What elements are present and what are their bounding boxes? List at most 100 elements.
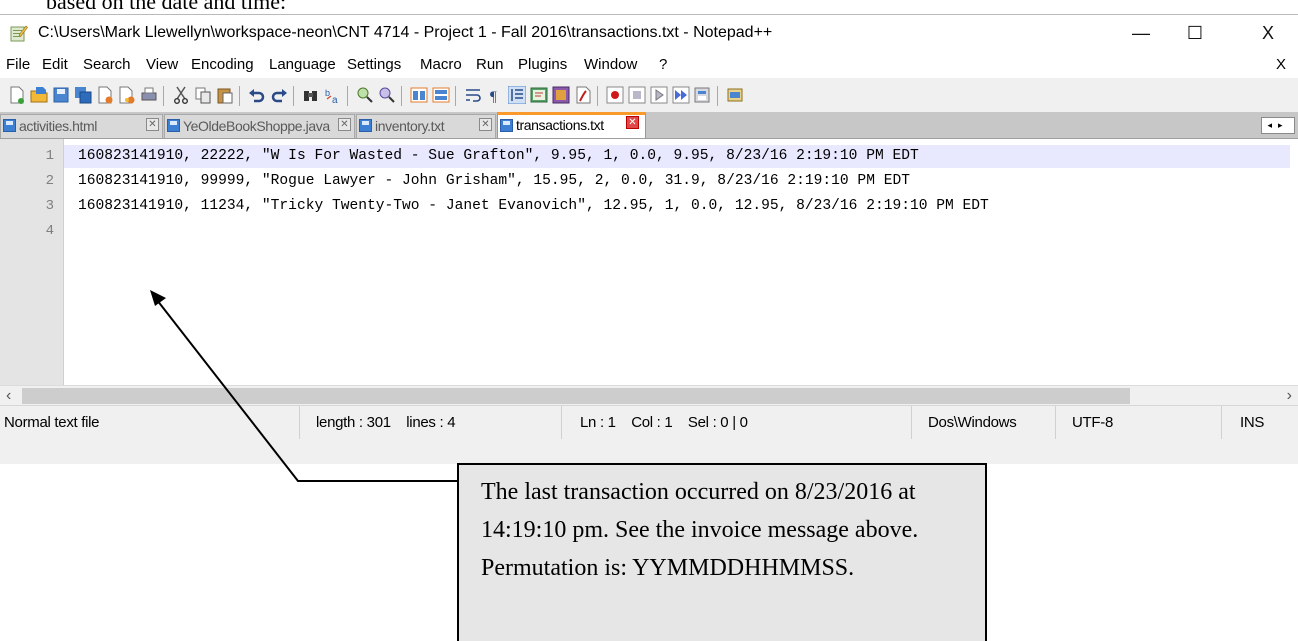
menu-help[interactable]: ? [659, 56, 667, 73]
close-file-icon[interactable] [96, 86, 114, 104]
svg-text:¶: ¶ [490, 89, 497, 104]
annotation-callout: The last transaction occurred on 8/23/20… [457, 463, 987, 641]
code-line[interactable]: 160823141910, 22222, "W Is For Wasted - … [78, 148, 919, 164]
stop-macro-icon[interactable] [628, 86, 646, 104]
print-icon[interactable] [140, 86, 158, 104]
tab-label: activities.html [19, 118, 98, 134]
saved-file-icon [167, 119, 180, 132]
find-icon[interactable] [302, 86, 320, 104]
copy-icon[interactable] [194, 86, 212, 104]
notepadpp-window: C:\Users\Mark Llewellyn\workspace-neon\C… [0, 14, 1298, 464]
menu-file[interactable]: File [6, 56, 30, 73]
cut-icon[interactable] [172, 86, 190, 104]
line-number: 4 [45, 223, 54, 239]
status-file-type: Normal text file [4, 414, 100, 431]
line-number-gutter: 1 2 3 4 [0, 139, 64, 392]
notepadpp-app-icon [10, 25, 28, 42]
toolbar-separator [163, 86, 164, 106]
tab-close-icon[interactable]: ✕ [146, 118, 159, 131]
status-bar: Normal text file length : 301 lines : 4 … [0, 405, 1298, 439]
menu-settings[interactable]: Settings [347, 56, 401, 73]
menu-window[interactable]: Window [584, 56, 637, 73]
status-file-type-cell: Normal text file [0, 406, 300, 439]
plugin-icon[interactable] [726, 86, 744, 104]
status-length-lines: length : 301 lines : 4 [316, 414, 456, 431]
sync-vertical-icon[interactable] [410, 86, 428, 104]
line-number: 2 [45, 173, 54, 189]
open-file-icon[interactable] [30, 86, 48, 104]
scroll-right-icon[interactable]: › [1287, 387, 1292, 405]
toolbar-separator [717, 86, 718, 106]
status-encoding-cell[interactable]: UTF-8 [1056, 406, 1222, 439]
window-title: C:\Users\Mark Llewellyn\workspace-neon\C… [38, 24, 773, 41]
tab-transactions-txt[interactable]: transactions.txt ✕ [497, 112, 646, 138]
saved-file-icon [500, 119, 513, 132]
status-mode-cell: INS [1222, 406, 1298, 439]
run-macro-multiple-icon[interactable] [672, 86, 690, 104]
maximize-button[interactable]: ☐ [1172, 15, 1218, 52]
tab-scroll-buttons[interactable]: ◂▸ [1261, 117, 1295, 134]
scrollbar-thumb[interactable] [22, 388, 1130, 404]
function-list-icon[interactable] [552, 86, 570, 104]
play-macro-icon[interactable] [650, 86, 668, 104]
close-document-button[interactable]: X [1276, 56, 1286, 73]
save-icon[interactable] [52, 86, 70, 104]
zoom-out-icon[interactable] [378, 86, 396, 104]
status-eol: Dos\Windows [928, 414, 1017, 431]
menu-plugins[interactable]: Plugins [518, 56, 567, 73]
menu-language[interactable]: Language [269, 56, 336, 73]
title-bar: C:\Users\Mark Llewellyn\workspace-neon\C… [0, 15, 1298, 52]
indent-guide-icon[interactable] [508, 86, 526, 104]
code-line[interactable]: 160823141910, 11234, "Tricky Twenty-Two … [78, 198, 989, 214]
scroll-left-icon[interactable]: ‹ [6, 387, 11, 405]
editor-area[interactable]: 1 2 3 4 160823141910, 22222, "W Is For W… [0, 138, 1298, 392]
folder-workspace-icon[interactable] [574, 86, 592, 104]
toolbar-separator [293, 86, 294, 106]
tab-bar: activities.html ✕ YeOldeBookShoppe.java … [0, 112, 1298, 138]
minimize-button[interactable]: — [1118, 15, 1164, 52]
callout-text: The last transaction occurred on 8/23/20… [481, 479, 919, 581]
menu-search[interactable]: Search [83, 56, 131, 73]
menu-bar: File Edit Search View Encoding Language … [0, 52, 1298, 78]
line-number: 1 [45, 148, 54, 164]
record-macro-icon[interactable] [606, 86, 624, 104]
word-wrap-icon[interactable] [464, 86, 482, 104]
status-insert-mode: INS [1240, 414, 1265, 431]
sync-horizontal-icon[interactable] [432, 86, 450, 104]
code-line[interactable]: 160823141910, 99999, "Rogue Lawyer - Joh… [78, 173, 910, 189]
save-macro-icon[interactable] [694, 86, 712, 104]
toolbar-separator [401, 86, 402, 106]
zoom-in-icon[interactable] [356, 86, 374, 104]
paste-icon[interactable] [216, 86, 234, 104]
saved-file-icon [359, 119, 372, 132]
menu-view[interactable]: View [146, 56, 178, 73]
replace-icon[interactable]: ba [324, 86, 342, 104]
save-all-icon[interactable] [74, 86, 92, 104]
close-all-icon[interactable] [118, 86, 136, 104]
menu-encoding[interactable]: Encoding [191, 56, 254, 73]
doc-map-icon[interactable] [530, 86, 548, 104]
line-number: 3 [45, 198, 54, 214]
menu-run[interactable]: Run [476, 56, 504, 73]
new-file-icon[interactable] [8, 86, 26, 104]
menu-edit[interactable]: Edit [42, 56, 68, 73]
saved-file-icon [3, 119, 16, 132]
tab-label: inventory.txt [375, 118, 445, 134]
tab-yeoldebookshoppe-java[interactable]: YeOldeBookShoppe.java ✕ [164, 114, 355, 138]
menu-macro[interactable]: Macro [420, 56, 462, 73]
toolbar-separator [239, 86, 240, 106]
status-eol-cell[interactable]: Dos\Windows [912, 406, 1056, 439]
tab-close-icon[interactable]: ✕ [338, 118, 351, 131]
tab-close-icon[interactable]: ✕ [479, 118, 492, 131]
show-all-chars-icon[interactable]: ¶ [486, 86, 504, 104]
close-window-button[interactable]: X [1245, 15, 1291, 52]
toolbar-separator [597, 86, 598, 106]
status-position-cell: Ln : 1 Col : 1 Sel : 0 | 0 [562, 406, 912, 439]
undo-icon[interactable] [248, 86, 266, 104]
tab-inventory-txt[interactable]: inventory.txt ✕ [356, 114, 496, 138]
horizontal-scrollbar[interactable]: ‹ › [0, 385, 1298, 406]
tab-activities-html[interactable]: activities.html ✕ [0, 114, 163, 138]
redo-icon[interactable] [270, 86, 288, 104]
toolbar-separator [347, 86, 348, 106]
tab-close-icon[interactable]: ✕ [626, 116, 639, 129]
